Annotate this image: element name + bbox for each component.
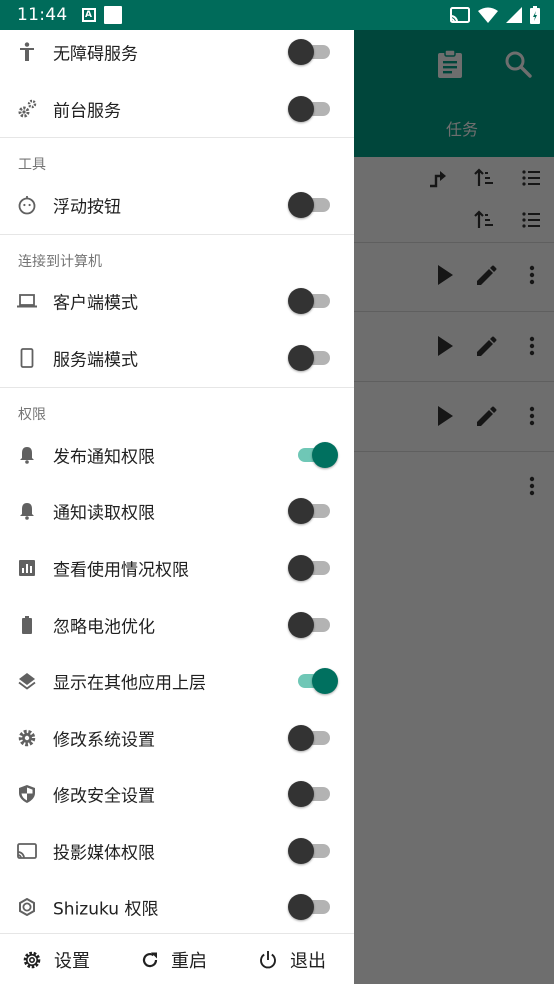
gear-icon [16,727,38,749]
setting-row-client-mode[interactable]: 客户端模式 [0,273,354,329]
status-time: 11:44 [17,5,68,25]
shizuku-switch[interactable] [288,894,340,920]
accessibility-icon [16,41,38,63]
bell-icon [16,500,38,522]
refresh-icon [142,952,158,967]
battery-icon [16,614,38,636]
setting-label: 服务端模式 [53,350,138,371]
setting-row-foreground-service[interactable]: 前台服务 [0,81,354,137]
setting-row-media-projection[interactable]: 投影媒体权限 [0,823,354,879]
exit-label: 退出 [290,950,326,972]
setting-label: 无障碍服务 [53,44,138,65]
setting-label: 浮动按钮 [53,197,121,218]
gears-icon [16,98,38,120]
setting-label: 查看使用情况权限 [53,560,189,581]
setting-label: 显示在其他应用上层 [53,673,206,694]
setting-row-overlay[interactable]: 显示在其他应用上层 [0,653,354,709]
restart-label: 重启 [171,950,207,972]
section-divider [0,387,354,388]
overlay-switch[interactable] [288,668,340,694]
setting-row-post-notifications[interactable]: 发布通知权限 [0,427,354,483]
setting-label: 发布通知权限 [53,447,155,468]
status-bar: 11:44 A [0,0,554,30]
gear-outline-icon [23,951,41,968]
foreground-service-switch[interactable] [288,96,340,122]
setting-row-write-settings[interactable]: 修改系统设置 [0,710,354,766]
laptop-icon [16,290,38,312]
layers-icon [16,670,38,692]
post-notifications-switch[interactable] [288,442,340,468]
bell-icon [16,444,38,466]
setting-row-notification-listener[interactable]: 通知读取权限 [0,483,354,539]
restart-button[interactable]: 重启 [141,934,207,984]
floating-button-icon [16,194,38,216]
setting-row-usage-stats[interactable]: 查看使用情况权限 [0,540,354,596]
media-projection-switch[interactable] [288,838,340,864]
phone-icon [16,347,38,369]
client-mode-switch[interactable] [288,288,340,314]
battery-optimization-switch[interactable] [288,612,340,638]
setting-row-server-mode[interactable]: 服务端模式 [0,330,354,386]
cast-status-icon [450,7,470,23]
section-divider [0,137,354,138]
shizuku-icon [16,896,38,918]
setting-label: 前台服务 [53,101,121,122]
usage-stats-icon [16,557,38,579]
battery-status-icon [530,6,540,24]
notification-square-icon [103,6,122,24]
write-settings-switch[interactable] [288,725,340,751]
section-header-permissions: 权限 [18,407,46,423]
setting-label: 修改系统设置 [53,730,155,751]
usage-stats-switch[interactable] [288,555,340,581]
setting-row-battery-optimization[interactable]: 忽略电池优化 [0,597,354,653]
setting-label: 忽略电池优化 [53,617,155,638]
cast-icon [16,840,38,862]
setting-row-accessibility[interactable]: 无障碍服务 [0,30,354,80]
notification-a-icon: A [81,8,96,22]
setting-row-shizuku[interactable]: Shizuku 权限 [0,879,354,935]
setting-label: 投影媒体权限 [53,843,155,864]
server-mode-switch[interactable] [288,345,340,371]
setting-label: 客户端模式 [53,293,138,314]
floating-button-switch[interactable] [288,192,340,218]
setting-row-floating-button[interactable]: 浮动按钮 [0,177,354,233]
section-header-tools: 工具 [18,157,46,173]
setting-label: 通知读取权限 [53,503,155,524]
power-icon [260,950,276,968]
section-header-connect: 连接到计算机 [18,254,102,270]
navigation-drawer: 无障碍服务 前台服务 工具 浮动按钮 连接到计算机 客户端模式 服务端模式 权限… [0,30,354,984]
accessibility-switch[interactable] [288,39,340,65]
signal-icon [506,7,522,23]
notification-listener-switch[interactable] [288,498,340,524]
setting-row-secure-settings[interactable]: 修改安全设置 [0,766,354,822]
exit-button[interactable]: 退出 [258,934,326,984]
settings-button[interactable]: 设置 [22,934,90,984]
settings-label: 设置 [54,950,90,972]
secure-settings-switch[interactable] [288,781,340,807]
setting-label: 修改安全设置 [53,786,155,807]
wifi-icon [478,7,498,23]
section-divider [0,234,354,235]
setting-label: Shizuku 权限 [53,899,159,920]
shield-icon [16,783,38,805]
drawer-bottom-bar: 设置 重启 退出 [0,933,354,984]
